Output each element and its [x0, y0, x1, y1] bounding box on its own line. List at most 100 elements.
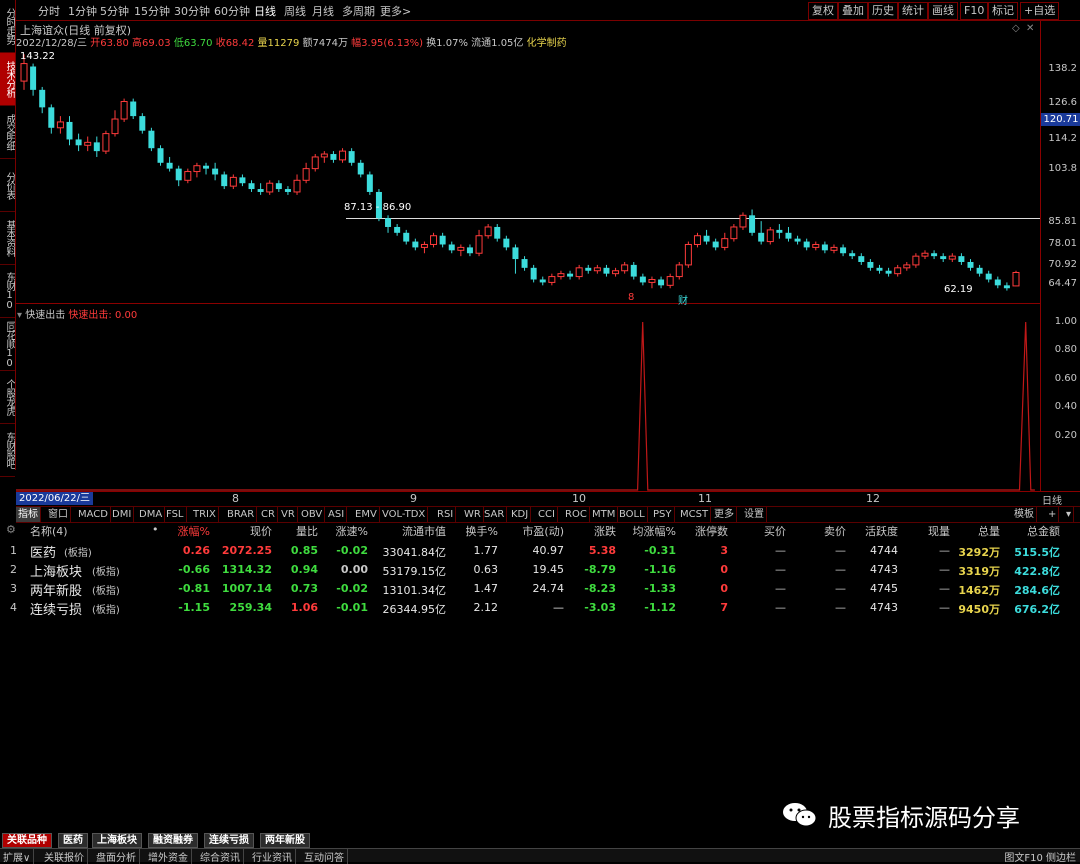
- chevron-down-icon[interactable]: ▾: [1064, 507, 1075, 522]
- bottom-tab-5[interactable]: 两年新股: [260, 833, 310, 848]
- left-tab-7[interactable]: 个股龙虎: [0, 371, 15, 424]
- indicator-tab-5[interactable]: FSL: [164, 507, 187, 522]
- status-tab-4[interactable]: 综合资讯: [197, 849, 244, 864]
- table-header-cell[interactable]: 总金额: [1027, 523, 1060, 539]
- bottom-tab-2[interactable]: 上海板块: [92, 833, 142, 848]
- left-tab-6[interactable]: 同花顺10: [0, 318, 15, 371]
- status-tab-5[interactable]: 行业资讯: [249, 849, 296, 864]
- bottom-tab-1[interactable]: 医药: [58, 833, 88, 848]
- status-tab-1[interactable]: 关联报价: [41, 849, 88, 864]
- indicator-tab-19[interactable]: ROC: [563, 507, 590, 522]
- indicator-tab-10[interactable]: OBV: [299, 507, 326, 522]
- table-header-cell[interactable]: 涨幅%: [178, 523, 210, 539]
- left-tab-3[interactable]: 分价表: [0, 159, 15, 212]
- left-tab-2[interactable]: 成交明细: [0, 106, 15, 159]
- indicator-tab-16[interactable]: SAR: [482, 507, 508, 522]
- indicator-tab-3[interactable]: DMI: [110, 507, 135, 522]
- indicator-tab-22[interactable]: PSY: [651, 507, 675, 522]
- table-header-cell[interactable]: 市盈(动): [522, 523, 564, 539]
- toolbar-button-5[interactable]: F10: [960, 2, 989, 20]
- period-tab-10[interactable]: 更多>: [380, 3, 411, 19]
- bottom-tab-4[interactable]: 连续亏损: [204, 833, 254, 848]
- bottom-tab-0[interactable]: 关联品种: [2, 833, 52, 848]
- table-header-cell[interactable]: 均涨幅%: [633, 523, 676, 539]
- indicator-tab-8[interactable]: CR: [259, 507, 278, 522]
- indicator-tab-0[interactable]: 指标: [16, 507, 41, 522]
- indicator-tab-14[interactable]: RSI: [435, 507, 457, 522]
- period-tab-6[interactable]: 日线: [254, 3, 276, 19]
- bottom-tab-3[interactable]: 融资融券: [148, 833, 198, 848]
- table-row[interactable]: 4 连续亏损 (板指) -1.15 259.34 1.06 -0.01 26344.95亿 2.…: [0, 599, 1080, 618]
- table-row[interactable]: 3 两年新股 (板指) -0.81 1007.14 0.73 -0.02 13101.34亿 1…: [0, 580, 1080, 599]
- status-tab-2[interactable]: 盘面分析: [93, 849, 140, 864]
- table-header-cell[interactable]: 量比: [296, 523, 318, 539]
- candlestick-panel[interactable]: 上海谊众(日线 前复权) 2022/12/28/三 开63.80 高69.03 …: [16, 21, 1040, 307]
- toolbar-button-0[interactable]: 复权: [808, 2, 838, 20]
- toolbar-button-2[interactable]: 历史: [868, 2, 898, 20]
- table-header-cell[interactable]: 现价: [250, 523, 272, 539]
- toolbar-button-4[interactable]: 画线: [928, 2, 958, 20]
- period-tab-4[interactable]: 30分钟: [174, 3, 210, 19]
- status-right[interactable]: 图文F10 侧边栏: [1004, 849, 1076, 864]
- row-name[interactable]: 上海板块: [30, 561, 82, 580]
- left-tab-5[interactable]: 东财10: [0, 265, 15, 318]
- period-tab-2[interactable]: 5分钟: [100, 3, 129, 19]
- row-name[interactable]: 连续亏损: [30, 599, 82, 618]
- template-tab[interactable]: 模板: [1012, 507, 1037, 522]
- gear-icon[interactable]: ⚙: [6, 523, 16, 536]
- indicator-tab-1[interactable]: 窗口: [46, 507, 71, 522]
- table-header-cell[interactable]: 活跃度: [865, 523, 898, 539]
- table-header-cell[interactable]: 名称(4): [30, 523, 68, 539]
- period-tab-7[interactable]: 周线: [284, 3, 306, 19]
- indicator-tab-18[interactable]: CCI: [536, 507, 558, 522]
- period-tab-9[interactable]: 多周期: [342, 3, 375, 19]
- toolbar-button-7[interactable]: +自选: [1020, 2, 1060, 20]
- indicator-tab-13[interactable]: VOL-TDX: [380, 507, 429, 522]
- period-tab-0[interactable]: 分时: [38, 3, 60, 19]
- table-header-cell[interactable]: 买价: [764, 523, 786, 539]
- left-tab-0[interactable]: 分时走势: [0, 0, 15, 53]
- indicator-panel[interactable]: ▾ 快速出击 快速出击: 0.00: [16, 304, 1040, 491]
- table-header-cell[interactable]: 卖价: [824, 523, 846, 539]
- table-header-cell[interactable]: 现量: [928, 523, 950, 539]
- indicator-tab-4[interactable]: DMA: [137, 507, 166, 522]
- period-tab-8[interactable]: 月线: [312, 3, 334, 19]
- table-header-cell[interactable]: 换手%: [466, 523, 498, 539]
- period-tab-3[interactable]: 15分钟: [134, 3, 170, 19]
- indicator-tab-24[interactable]: 更多: [712, 507, 737, 522]
- indicator-tab-11[interactable]: ASI: [326, 507, 348, 522]
- indicator-tab-21[interactable]: BOLL: [617, 507, 648, 522]
- candlestick-chart[interactable]: [16, 21, 1040, 303]
- row-name[interactable]: 医药: [30, 542, 56, 561]
- status-tab-6[interactable]: 互动问答: [301, 849, 348, 864]
- toolbar-button-1[interactable]: 叠加: [838, 2, 868, 20]
- plus-icon[interactable]: +: [1046, 507, 1060, 522]
- indicator-tab-25[interactable]: 设置: [742, 507, 767, 522]
- indicator-tab-12[interactable]: EMV: [353, 507, 380, 522]
- table-header-cell[interactable]: •: [152, 523, 159, 536]
- indicator-tab-9[interactable]: VR: [279, 507, 298, 522]
- left-tab-1[interactable]: 技术分析: [0, 53, 15, 106]
- event-mark-8[interactable]: 8: [628, 292, 634, 303]
- toolbar-button-6[interactable]: 标记: [988, 2, 1018, 20]
- toolbar-button-3[interactable]: 统计: [898, 2, 928, 20]
- indicator-tab-2[interactable]: MACD: [76, 507, 111, 522]
- indicator-tab-20[interactable]: MTM: [590, 507, 619, 522]
- left-tab-8[interactable]: 东财股吧: [0, 424, 15, 477]
- table-header-cell[interactable]: 涨跌: [594, 523, 616, 539]
- period-tab-1[interactable]: 1分钟: [68, 3, 97, 19]
- status-tab-3[interactable]: 增外资金: [145, 849, 192, 864]
- table-header-cell[interactable]: 涨停数: [695, 523, 728, 539]
- table-header-cell[interactable]: 流通市值: [402, 523, 446, 539]
- indicator-tab-7[interactable]: BRAR: [225, 507, 258, 522]
- table-row[interactable]: 1 医药 (板指) 0.26 2072.25 0.85 -0.02 33041.84亿 1.77…: [0, 542, 1080, 561]
- period-tab-5[interactable]: 60分钟: [214, 3, 250, 19]
- indicator-tab-23[interactable]: MCST: [678, 507, 712, 522]
- table-header-cell[interactable]: 涨速%: [336, 523, 368, 539]
- indicator-tab-17[interactable]: KDJ: [509, 507, 532, 522]
- table-header-cell[interactable]: 总量: [978, 523, 1000, 539]
- row-name[interactable]: 两年新股: [30, 580, 82, 599]
- indicator-tab-6[interactable]: TRIX: [191, 507, 219, 522]
- status-tab-0[interactable]: 扩展∨: [0, 849, 35, 864]
- left-tab-4[interactable]: 基本资料: [0, 212, 15, 265]
